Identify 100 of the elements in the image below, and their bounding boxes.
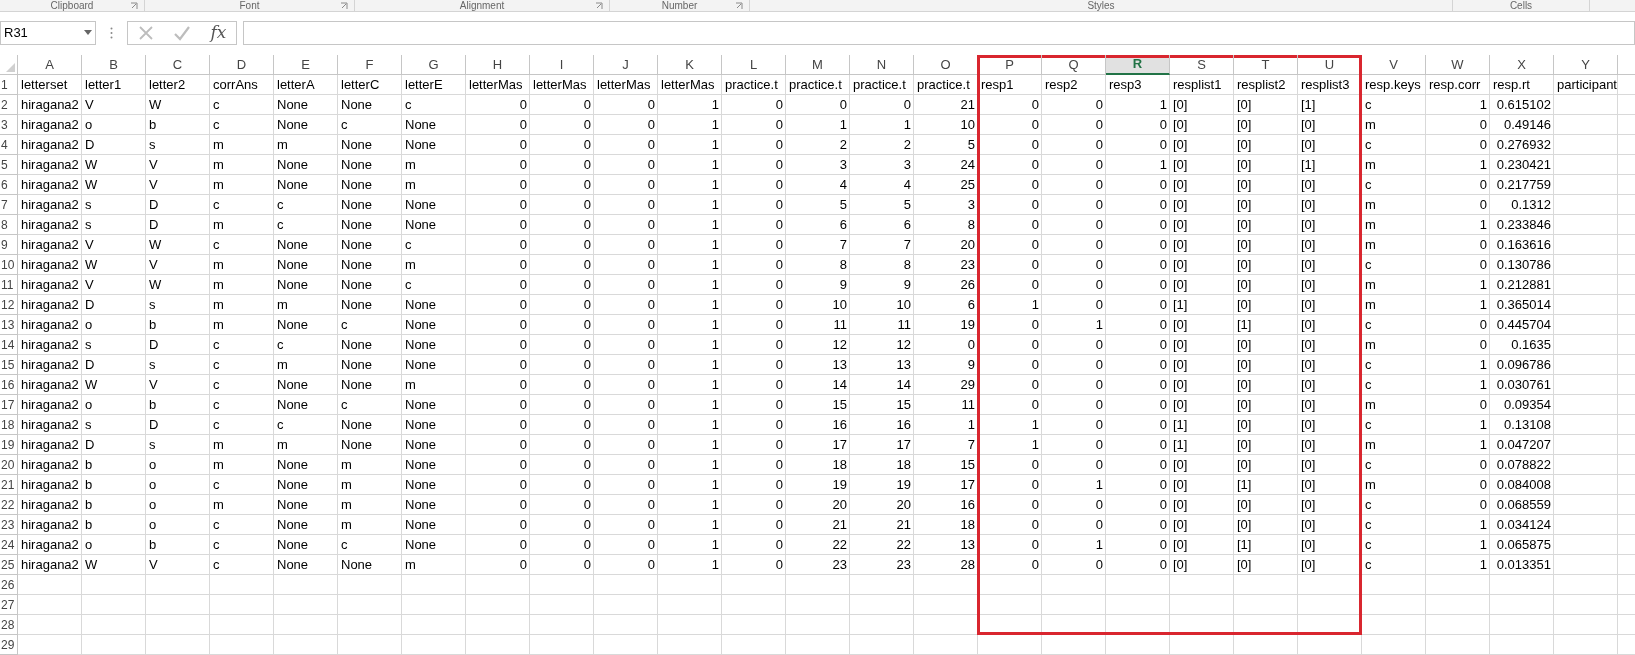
column-header[interactable]: D (210, 55, 274, 75)
row-number[interactable]: 12 (0, 295, 15, 314)
table-cell: 1 (711, 117, 719, 132)
column-header[interactable]: W (1426, 55, 1490, 75)
table-cell: 0 (519, 477, 527, 492)
row-number[interactable]: 7 (0, 195, 8, 214)
column-header[interactable]: X (1490, 55, 1554, 75)
row-number[interactable]: 15 (0, 355, 15, 374)
row-number[interactable]: 6 (0, 175, 8, 194)
row-number[interactable]: 13 (0, 315, 15, 334)
table-cell: [0] (1301, 257, 1316, 272)
table-cell: [0] (1301, 517, 1316, 532)
column-header[interactable]: M (786, 55, 850, 75)
table-cell: 0 (775, 497, 783, 512)
table-cell: 2 (903, 137, 911, 152)
table-cell: [0] (1237, 197, 1252, 212)
row-number[interactable]: 11 (0, 275, 14, 294)
row-number[interactable]: 3 (0, 115, 8, 134)
select-all-corner[interactable] (0, 55, 18, 75)
table-cell: hiragana2 (21, 157, 79, 172)
column-header[interactable]: E (274, 55, 338, 75)
table-cell: None (341, 257, 373, 272)
table-cell: 8 (839, 257, 847, 272)
table-cell: 0 (1031, 217, 1039, 232)
table-cell: m (405, 557, 416, 572)
ribbon-group-label: Styles (1087, 0, 1115, 11)
table-cell: 0 (647, 197, 655, 212)
column-header[interactable]: L (722, 55, 786, 75)
table-cell: [0] (1237, 117, 1252, 132)
table-cell: 0 (839, 97, 847, 112)
column-header[interactable]: P (978, 55, 1042, 75)
table-cell: 23 (896, 557, 911, 572)
table-cell: 10 (960, 117, 975, 132)
table-cell: [0] (1173, 557, 1188, 572)
table-cell: 0 (647, 177, 655, 192)
row-number[interactable]: 17 (0, 395, 15, 414)
column-header[interactable]: T (1234, 55, 1298, 75)
table-cell: 0 (1095, 517, 1103, 532)
dialog-launcher-icon[interactable] (130, 2, 138, 10)
table-cell: W (149, 237, 162, 252)
column-header[interactable]: H (466, 55, 530, 75)
table-cell: None (405, 397, 437, 412)
table-cell: c (1365, 557, 1372, 572)
table-cell: 0 (647, 157, 655, 172)
table-cell: hiragana2 (21, 477, 79, 492)
table-cell: o (85, 117, 93, 132)
row-number[interactable]: 24 (0, 535, 15, 554)
dialog-launcher-icon[interactable] (735, 2, 743, 10)
dropdown-caret-icon (84, 30, 92, 36)
row-number[interactable]: 4 (0, 135, 8, 154)
column-header[interactable]: I (530, 55, 594, 75)
row-number[interactable]: 16 (0, 375, 15, 394)
row-number[interactable]: 10 (0, 255, 15, 274)
dialog-launcher-icon[interactable] (340, 2, 348, 10)
column-header[interactable]: A (18, 55, 82, 75)
table-cell: None (277, 397, 309, 412)
table-cell: 23 (832, 557, 847, 572)
table-cell: 26 (960, 277, 975, 292)
column-header[interactable]: N (850, 55, 914, 75)
table-cell: 0 (519, 557, 527, 572)
table-cell: [0] (1301, 557, 1316, 572)
column-header[interactable]: Q (1042, 55, 1106, 75)
column-header[interactable]: K (658, 55, 722, 75)
column-header[interactable]: U (1298, 55, 1362, 75)
table-cell: 0 (1479, 257, 1487, 272)
row-number[interactable]: 14 (0, 335, 15, 354)
row-number[interactable]: 8 (0, 215, 8, 234)
insert-function-button[interactable]: fx (210, 24, 227, 42)
row-number[interactable]: 2 (0, 95, 8, 114)
table-cell: hiragana2 (21, 397, 79, 412)
column-header[interactable]: G (402, 55, 466, 75)
table-cell: 0.096786 (1496, 357, 1551, 372)
row-number[interactable]: 1 (0, 75, 8, 94)
column-header[interactable]: J (594, 55, 658, 75)
dialog-launcher-icon[interactable] (595, 2, 603, 10)
name-box[interactable]: R31 (0, 20, 96, 45)
table-cell: 1 (711, 377, 719, 392)
row-number[interactable]: 9 (0, 235, 8, 254)
formula-input[interactable] (243, 20, 1635, 45)
column-header[interactable]: R (1106, 55, 1170, 75)
column-header[interactable]: S (1170, 55, 1234, 75)
row-number[interactable]: 27 (0, 595, 15, 614)
row-number[interactable]: 19 (0, 435, 15, 454)
drag-handle-icon[interactable] (110, 26, 113, 39)
table-cell: 0 (519, 137, 527, 152)
table-cell: 0 (647, 417, 655, 432)
table-cell: 0 (519, 257, 527, 272)
table-cell: 3 (967, 197, 975, 212)
table-cell: 0 (1031, 377, 1039, 392)
table-cell: m (277, 297, 288, 312)
row-number[interactable]: 5 (0, 155, 8, 174)
table-cell: 0 (1095, 137, 1103, 152)
column-header[interactable]: C (146, 55, 210, 75)
column-header[interactable]: Y (1554, 55, 1618, 75)
row-number[interactable]: 21 (0, 475, 15, 494)
column-header[interactable]: V (1362, 55, 1426, 75)
column-header[interactable]: B (82, 55, 146, 75)
table-cell: hiragana2 (21, 277, 79, 292)
row-number[interactable]: 22 (0, 495, 15, 514)
column-header[interactable]: F (338, 55, 402, 75)
